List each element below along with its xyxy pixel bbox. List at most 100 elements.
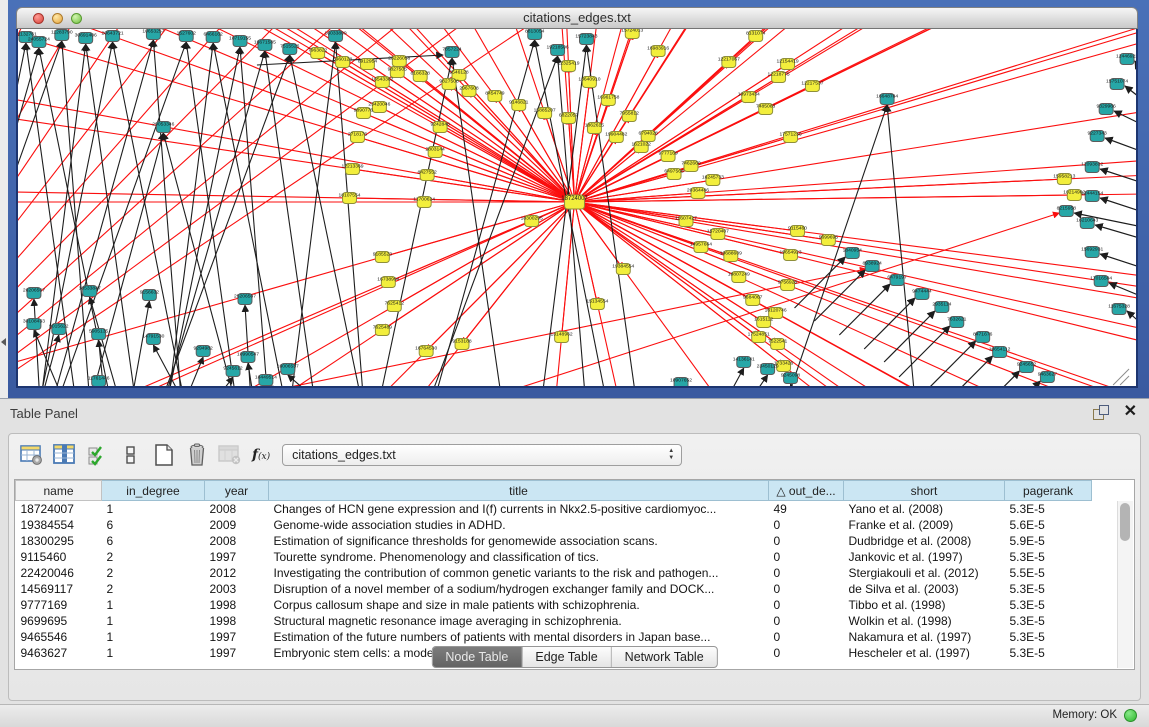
network-canvas[interactable]: 7963822896012889129542322605898275051654… xyxy=(16,29,1138,388)
scrollbar-thumb[interactable] xyxy=(1120,503,1130,541)
table-row[interactable]: 946554611997Estimation of the future num… xyxy=(16,629,1132,645)
graph-node-label: 10990547 xyxy=(237,351,259,357)
graph-node-label: 12444154 xyxy=(1081,190,1103,196)
tab-node-table[interactable]: Node Table xyxy=(432,647,521,667)
column-header-6[interactable]: pagerank xyxy=(1005,481,1092,501)
graph-node-label: 7955812 xyxy=(620,110,640,116)
column-header-5[interactable]: short xyxy=(844,481,1005,501)
graph-node-label: 26206507 xyxy=(23,287,45,293)
graph-node-label: 9827508 xyxy=(439,78,459,84)
graph-node-label: 9153188 xyxy=(452,338,472,344)
memory-ok-icon[interactable] xyxy=(1124,709,1137,722)
graph-node-label: 7857224 xyxy=(442,46,462,52)
graph-node-label: 10907652 xyxy=(670,377,692,383)
unselect-columns-button[interactable] xyxy=(118,443,144,467)
graph-node-label: 2967608 xyxy=(459,85,479,91)
table-row[interactable]: 1830029562008Estimation of significance … xyxy=(16,533,1132,549)
table-row[interactable]: 911546021997Tourette syndrome. Phenomeno… xyxy=(16,549,1132,565)
table-browser: f(x) citations_edges.txt ▲▼ namein_degre… xyxy=(8,433,1141,701)
graph-node-label: 14136141 xyxy=(733,356,755,362)
table-settings-button[interactable] xyxy=(19,443,45,467)
graph-node-label: 7625412 xyxy=(385,300,405,306)
table-chooser-select[interactable]: citations_edges.txt ▲▼ xyxy=(282,444,682,466)
column-header-4[interactable]: △ out_de... xyxy=(769,481,844,501)
resize-grip-icon[interactable] xyxy=(1113,369,1129,385)
table-row[interactable]: 1872400712008Changes of HCN gene express… xyxy=(16,501,1132,518)
graph-node-label: 30108433 xyxy=(23,318,45,324)
graph-node-label: 10973434 xyxy=(738,91,760,97)
table-row[interactable]: 1456911722003Disruption of a novel membe… xyxy=(16,581,1132,597)
function-builder-button[interactable]: f(x) xyxy=(252,447,270,463)
table-header-row: namein_degreeyeartitle△ out_de...shortpa… xyxy=(16,481,1132,501)
graph-node-label: 9463627 xyxy=(1038,371,1058,377)
table-row[interactable]: 1938455462009Genome-wide association stu… xyxy=(16,517,1132,533)
graph-node-label: 9115460 xyxy=(788,225,807,231)
graph-node-label: 18107554 xyxy=(338,192,360,198)
graph-node-label: 7485083 xyxy=(756,103,776,109)
graph-node-label: 9156632 xyxy=(140,289,160,295)
graph-node-label: 18533847 xyxy=(79,285,101,291)
column-header-0[interactable]: name xyxy=(16,481,102,501)
graph-node-label: 12218775 xyxy=(768,71,790,77)
column-header-2[interactable]: year xyxy=(205,481,269,501)
tab-network-table[interactable]: Network Table xyxy=(611,647,717,667)
graph-node-label: 19384554 xyxy=(612,263,634,269)
graph-node-label: 29053346 xyxy=(152,121,174,127)
table-type-tabs: Node Table Edge Table Network Table xyxy=(431,646,717,668)
status-bar: Memory: OK xyxy=(0,704,1149,727)
graph-node-label: 9245612 xyxy=(223,365,243,371)
graph-node-label: 12446922 xyxy=(1116,53,1136,59)
graph-node-label: 15723843 xyxy=(575,33,597,39)
graph-node-label: 20364486 xyxy=(687,187,709,193)
graph-node-label: 11675328 xyxy=(1108,303,1130,309)
graph-node-label: 12213369 xyxy=(341,163,363,169)
graph-node-label: 8186328 xyxy=(411,70,431,76)
graph-node-label: 10688609 xyxy=(720,250,742,256)
graph-node-label: 1527602 xyxy=(177,30,197,36)
graph-node-label: 9756928 xyxy=(778,279,798,285)
dropdown-arrows-icon: ▲▼ xyxy=(668,448,674,462)
graph-node-label: 1615112 xyxy=(754,316,773,322)
vertical-scrollbar[interactable] xyxy=(1117,501,1133,668)
table-row[interactable]: 2242004622012Investigating the contribut… xyxy=(16,565,1132,581)
network-desktop: citations_edges.txt 79638228960128891295… xyxy=(0,0,1149,398)
graph-node-label: 15134554 xyxy=(586,298,608,304)
select-all-columns-button[interactable] xyxy=(85,443,111,467)
graph-node-label: 12217067 xyxy=(718,56,740,62)
column-header-3[interactable]: title xyxy=(269,481,769,501)
graph-node-label: 16983916 xyxy=(647,45,669,51)
zoom-traffic-light[interactable] xyxy=(71,13,82,24)
header-filler xyxy=(1092,481,1132,501)
network-view-window: citations_edges.txt 79638228960128891295… xyxy=(16,7,1138,388)
collapse-arrow-icon[interactable] xyxy=(1,338,6,346)
table-panel: Table Panel ✕ xyxy=(0,398,1149,706)
create-column-button[interactable] xyxy=(151,443,177,467)
show-column-button[interactable] xyxy=(52,443,78,467)
column-header-1[interactable]: in_degree xyxy=(102,481,205,501)
graph-node-label: 2935114 xyxy=(932,301,951,307)
graph-node-label: 6466162 xyxy=(203,31,223,37)
delete-column-button[interactable] xyxy=(184,443,210,467)
window-titlebar[interactable]: citations_edges.txt xyxy=(16,7,1138,29)
table-row[interactable]: 977716911998Corpus callosum shape and si… xyxy=(16,597,1132,613)
graph-node-label: 25206507 xyxy=(234,293,256,299)
graph-node-label: 16543382 xyxy=(371,76,393,82)
graph-node-label: 6479197 xyxy=(887,274,907,280)
graph-node-label: 9827505 xyxy=(388,66,408,72)
close-traffic-light[interactable] xyxy=(33,13,44,24)
tab-edge-table[interactable]: Edge Table xyxy=(521,647,610,667)
graph-node-label: 16245733 xyxy=(702,174,724,180)
graph-node-label: 10654112 xyxy=(989,346,1011,352)
graph-node-label: 18449514 xyxy=(255,374,277,380)
graph-node-label: 1621022 xyxy=(632,141,652,147)
close-panel-button[interactable]: ✕ xyxy=(1124,402,1137,422)
float-panel-button[interactable] xyxy=(1093,405,1109,421)
table-row[interactable]: 969969511998Structural magnetic resonanc… xyxy=(16,613,1132,629)
graph-node-label: 10719155 xyxy=(229,35,251,41)
graph-node-label: 14791530 xyxy=(142,333,164,339)
graph-node-label: 9684067 xyxy=(743,294,763,300)
graph-node-label: 19218506 xyxy=(547,44,569,50)
attribute-table: namein_degreeyeartitle△ out_de...shortpa… xyxy=(15,480,1132,661)
graph-node-label: 1862615 xyxy=(585,122,605,128)
minimize-traffic-light[interactable] xyxy=(52,13,63,24)
